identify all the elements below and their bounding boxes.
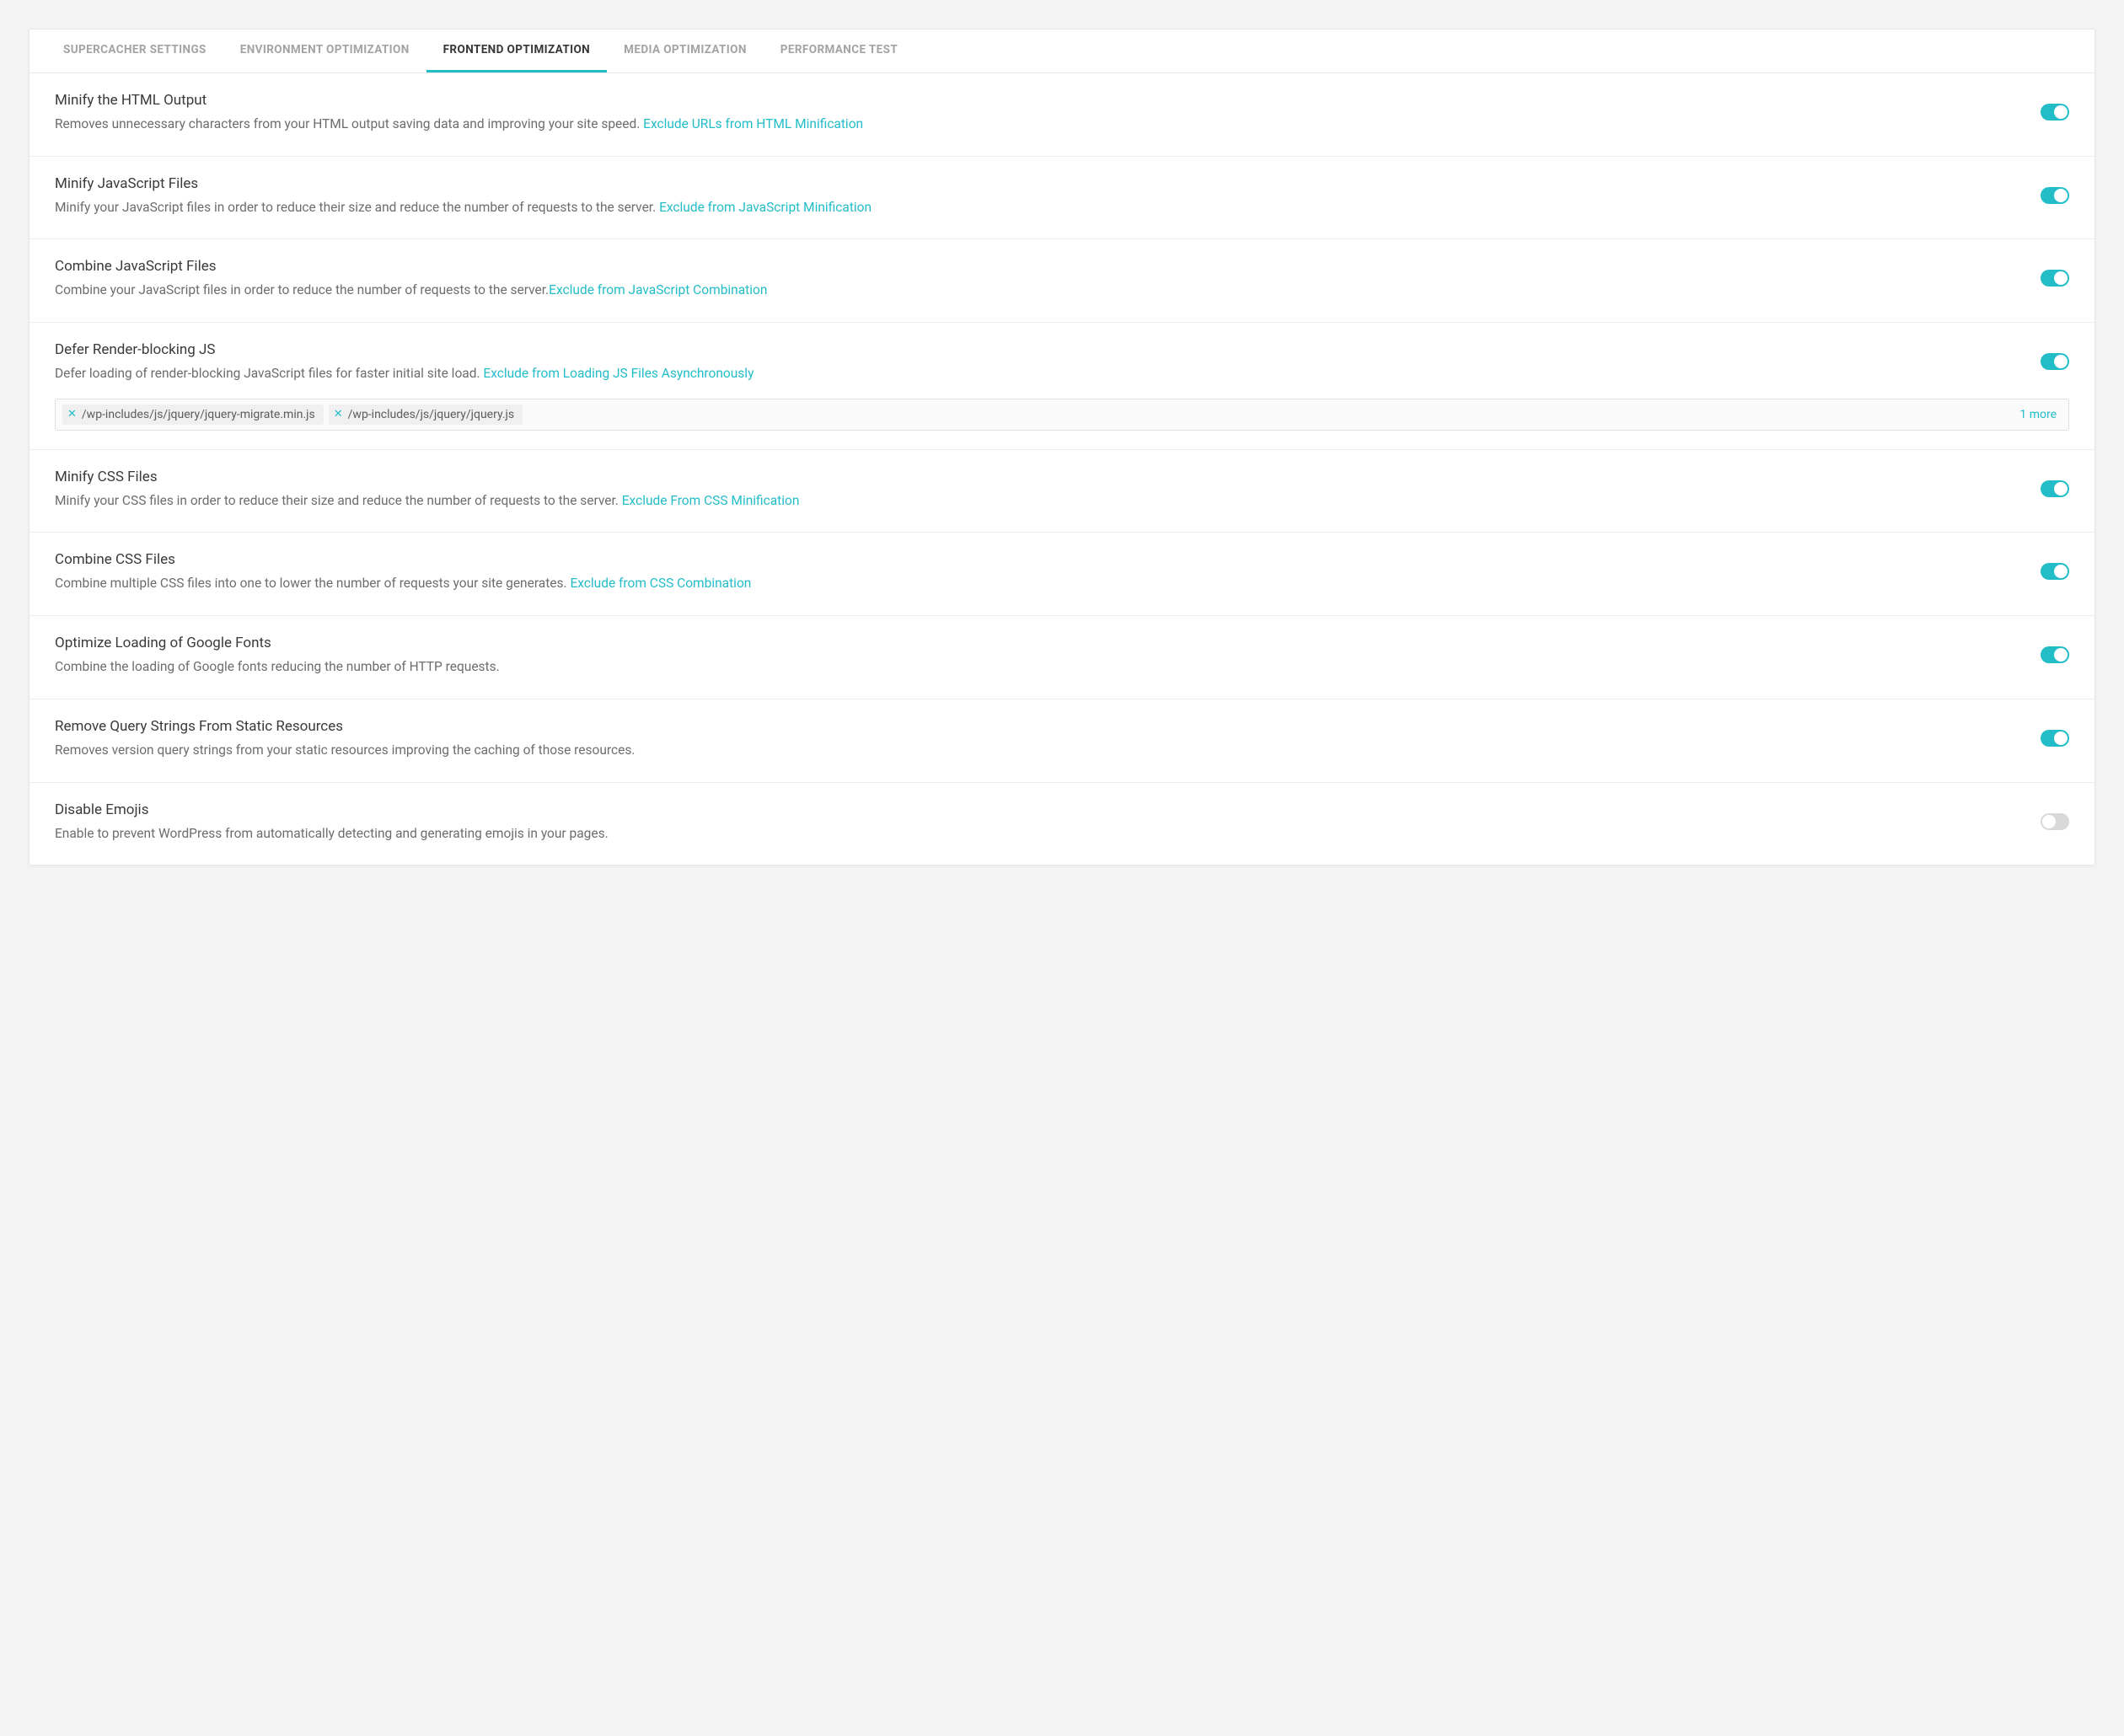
setting-defer-js: Defer Render-blocking JS Defer loading o…: [30, 323, 2094, 399]
tab-bar: SUPERCACHER SETTINGS ENVIRONMENT OPTIMIZ…: [30, 29, 2094, 73]
setting-combine-css: Combine CSS Files Combine multiple CSS f…: [30, 533, 2094, 616]
close-icon[interactable]: ✕: [334, 408, 343, 421]
setting-desc: Minify your JavaScript files in order to…: [55, 199, 2007, 217]
chip-label: /wp-includes/js/jquery/jquery-migrate.mi…: [82, 408, 315, 421]
toggle-disable-emojis[interactable]: [2041, 813, 2069, 830]
setting-desc: Minify your CSS files in order to reduce…: [55, 492, 2007, 511]
toggle-minify-html[interactable]: [2041, 104, 2069, 121]
toggle-combine-js[interactable]: [2041, 270, 2069, 287]
toggle-minify-css[interactable]: [2041, 480, 2069, 497]
toggle-combine-css[interactable]: [2041, 563, 2069, 580]
setting-desc: Removes version query strings from your …: [55, 742, 2007, 760]
setting-title: Minify CSS Files: [55, 469, 2007, 485]
setting-desc: Combine your JavaScript files in order t…: [55, 281, 2007, 300]
setting-minify-css: Minify CSS Files Minify your CSS files i…: [30, 450, 2094, 533]
setting-desc: Combine multiple CSS files into one to l…: [55, 575, 2007, 593]
toggle-query-strings[interactable]: [2041, 730, 2069, 747]
chips-more-link[interactable]: 1 more: [2019, 408, 2062, 421]
setting-title: Optimize Loading of Google Fonts: [55, 635, 2007, 651]
setting-query-strings: Remove Query Strings From Static Resourc…: [30, 699, 2094, 783]
chip-item: ✕ /wp-includes/js/jquery/jquery.js: [329, 405, 523, 425]
setting-desc: Defer loading of render-blocking JavaScr…: [55, 365, 2007, 383]
defer-js-chips[interactable]: ✕ /wp-includes/js/jquery/jquery-migrate.…: [55, 399, 2069, 431]
tab-performance[interactable]: PERFORMANCE TEST: [764, 29, 914, 72]
setting-title: Remove Query Strings From Static Resourc…: [55, 718, 2007, 735]
toggle-google-fonts[interactable]: [2041, 646, 2069, 663]
tab-supercacher[interactable]: SUPERCACHER SETTINGS: [46, 29, 223, 72]
toggle-minify-js[interactable]: [2041, 187, 2069, 204]
setting-combine-js: Combine JavaScript Files Combine your Ja…: [30, 239, 2094, 323]
setting-title: Minify the HTML Output: [55, 92, 2007, 109]
setting-title: Minify JavaScript Files: [55, 175, 2007, 192]
chip-item: ✕ /wp-includes/js/jquery/jquery-migrate.…: [62, 405, 324, 425]
tab-media[interactable]: MEDIA OPTIMIZATION: [607, 29, 764, 72]
chip-label: /wp-includes/js/jquery/jquery.js: [348, 408, 514, 421]
setting-minify-js: Minify JavaScript Files Minify your Java…: [30, 157, 2094, 240]
setting-title: Combine JavaScript Files: [55, 258, 2007, 275]
exclude-link-html[interactable]: Exclude URLs from HTML Minification: [643, 116, 863, 131]
settings-panel: SUPERCACHER SETTINGS ENVIRONMENT OPTIMIZ…: [29, 29, 2095, 865]
exclude-link-css-combine[interactable]: Exclude from CSS Combination: [570, 576, 751, 591]
setting-minify-html: Minify the HTML Output Removes unnecessa…: [30, 73, 2094, 157]
tab-frontend[interactable]: FRONTEND OPTIMIZATION: [426, 29, 608, 72]
setting-defer-js-wrap: Defer Render-blocking JS Defer loading o…: [30, 323, 2094, 450]
exclude-link-defer-js[interactable]: Exclude from Loading JS Files Asynchrono…: [483, 366, 754, 381]
toggle-defer-js[interactable]: [2041, 353, 2069, 370]
exclude-link-css-minify[interactable]: Exclude From CSS Minification: [622, 493, 800, 508]
setting-title: Combine CSS Files: [55, 551, 2007, 568]
exclude-link-js-combine[interactable]: Exclude from JavaScript Combination: [549, 282, 767, 297]
setting-desc: Removes unnecessary characters from your…: [55, 115, 2007, 134]
setting-title: Disable Emojis: [55, 801, 2007, 818]
setting-desc: Combine the loading of Google fonts redu…: [55, 658, 2007, 677]
setting-desc: Enable to prevent WordPress from automat…: [55, 825, 2007, 844]
setting-title: Defer Render-blocking JS: [55, 341, 2007, 358]
tab-environment[interactable]: ENVIRONMENT OPTIMIZATION: [223, 29, 426, 72]
setting-google-fonts: Optimize Loading of Google Fonts Combine…: [30, 616, 2094, 699]
close-icon[interactable]: ✕: [67, 408, 77, 421]
exclude-link-js-minify[interactable]: Exclude from JavaScript Minification: [659, 200, 872, 215]
setting-disable-emojis: Disable Emojis Enable to prevent WordPre…: [30, 783, 2094, 865]
